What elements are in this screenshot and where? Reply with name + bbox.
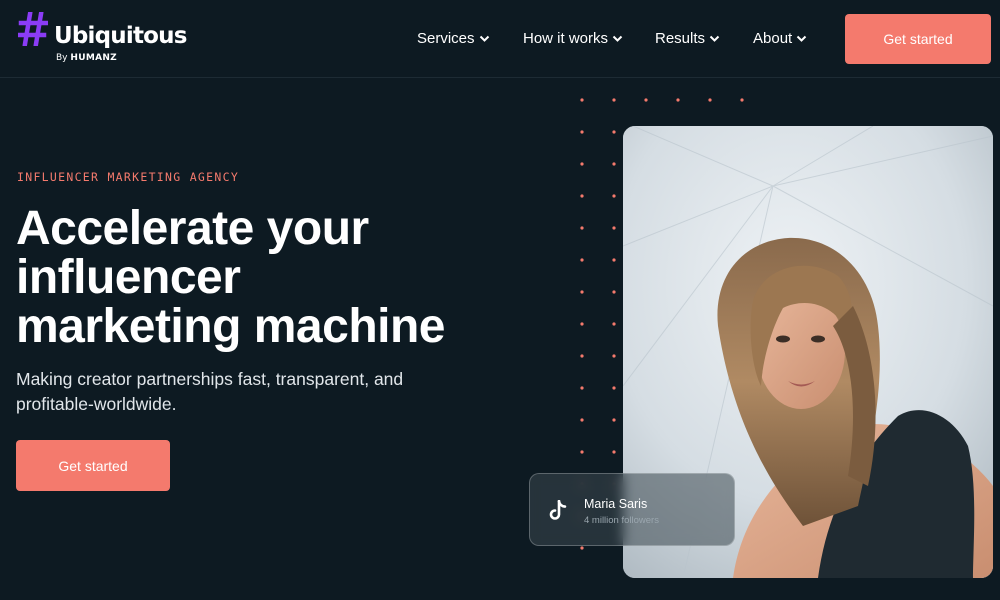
decorative-dot [676,98,680,102]
decorative-dot [612,290,616,294]
creator-card: Maria Saris 4 million followers [529,473,735,546]
decorative-dot [580,450,584,454]
decorative-dot [612,322,616,326]
chevron-down-icon [796,35,807,42]
decorative-dot [580,386,584,390]
nav-item-how-it-works[interactable]: How it works [523,30,623,47]
site-header: Ubiquitous By HUMANZ Services How it wor… [0,0,1000,78]
tiktok-icon [549,500,567,520]
decorative-dot [612,258,616,262]
decorative-dot [580,290,584,294]
decorative-dot [740,98,744,102]
decorative-dot [644,98,648,102]
decorative-dot [580,322,584,326]
chevron-down-icon [612,35,623,42]
decorative-dot [612,450,616,454]
decorative-dot [580,226,584,230]
hero-eyebrow: INFLUENCER MARKETING AGENCY [17,170,240,184]
nav-item-services[interactable]: Services [417,30,490,47]
decorative-dot [580,418,584,422]
hero-get-started-button[interactable]: Get started [16,440,170,491]
headline-line: marketing machine [16,300,445,353]
chevron-down-icon [709,35,720,42]
nav-item-about[interactable]: About [753,30,807,47]
decorative-dot [612,226,616,230]
creator-followers: 4 million followers [584,515,659,526]
nav-item-label: About [753,30,793,47]
decorative-dot [612,162,616,166]
hero-subtext: Making creator partnerships fast, transp… [16,369,404,414]
headline-line: influencer [16,251,241,304]
decorative-dot [580,258,584,262]
decorative-dot [612,386,616,390]
decorative-dot [580,546,584,550]
nav-item-label: Results [655,30,706,47]
decorative-dot [612,194,616,198]
decorative-dot [580,162,584,166]
decorative-dot [612,418,616,422]
logo-byline: By HUMANZ [56,53,117,63]
decorative-dot [612,130,616,134]
decorative-dot [612,98,616,102]
nav-item-results[interactable]: Results [655,30,720,47]
logo-by-prefix: By [56,53,68,63]
decorative-dot [580,354,584,358]
decorative-dot [580,130,584,134]
nav-item-label: Services [417,30,475,47]
hero-headline: Accelerate your influencer marketing mac… [16,204,516,351]
logo[interactable]: Ubiquitous By HUMANZ [18,12,218,68]
headline-line: Accelerate your [16,202,369,255]
decorative-dot [612,354,616,358]
hashtag-logo-icon [18,12,48,46]
logo-wordmark: Ubiquitous [54,23,187,49]
nav-item-label: How it works [523,30,609,47]
decorative-dot [580,194,584,198]
header-get-started-button[interactable]: Get started [845,14,991,64]
creator-name: Maria Saris [584,497,648,511]
landing-page: Ubiquitous By HUMANZ Services How it wor… [0,0,1000,600]
decorative-dot [580,98,584,102]
logo-by-brand: HUMANZ [70,53,118,63]
chevron-down-icon [479,35,489,42]
decorative-dot [708,98,712,102]
